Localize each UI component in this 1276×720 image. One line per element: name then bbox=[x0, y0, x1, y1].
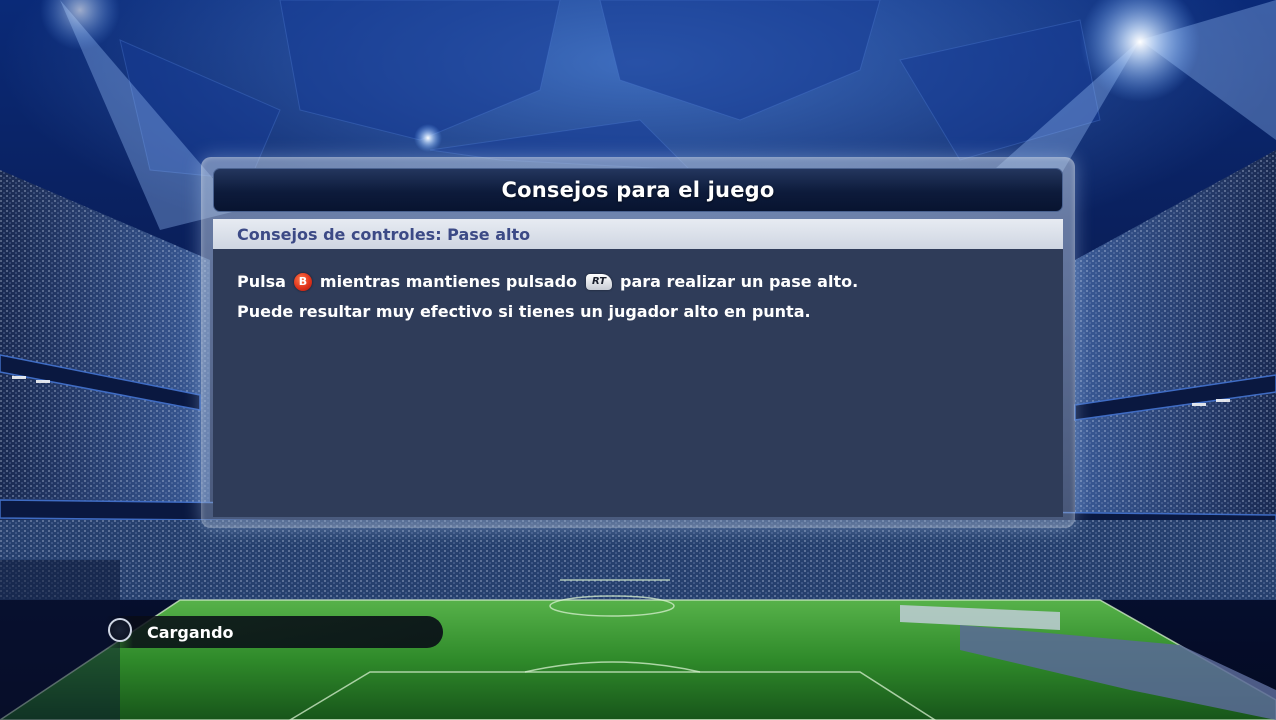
dialog-title: Consejos para el juego bbox=[501, 178, 775, 202]
tip-text-while-holding: mientras mantienes pulsado bbox=[319, 272, 578, 291]
tip-text-lob-pass: para realizar un pase alto. bbox=[620, 272, 859, 291]
tip-line-2: Puede resultar muy efectivo si tienes un… bbox=[237, 302, 811, 321]
rt-trigger-icon: RT bbox=[586, 274, 613, 290]
dialog-title-bar: Consejos para el juego bbox=[213, 168, 1063, 212]
tip-text-press: Pulsa bbox=[237, 272, 286, 291]
b-button-icon: B bbox=[293, 273, 312, 291]
tip-category-bar: Consejos de controles: Pase alto bbox=[213, 219, 1063, 249]
tip-line-1: Pulsa B mientras mantienes pulsado RT pa… bbox=[237, 267, 1039, 297]
loading-label: Cargando bbox=[147, 622, 234, 642]
tip-body: Pulsa B mientras mantienes pulsado RT pa… bbox=[213, 249, 1063, 517]
tip-category: Consejos de controles: Pase alto bbox=[237, 224, 531, 244]
loading-spinner-icon bbox=[108, 618, 132, 642]
